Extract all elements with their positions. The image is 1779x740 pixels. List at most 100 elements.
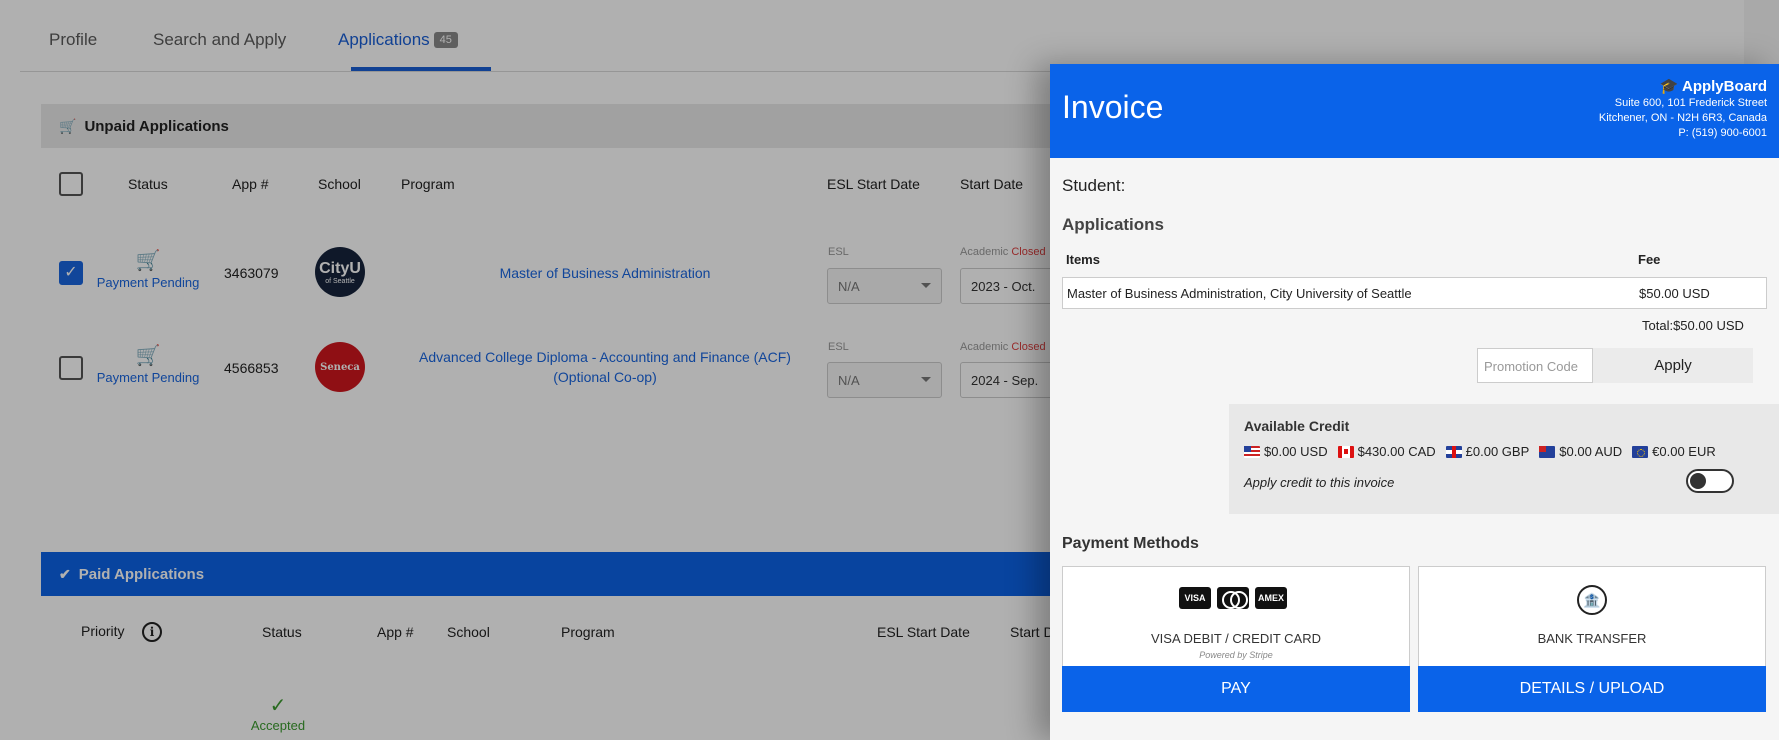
start-date-select[interactable]: 2023 - Oct. [960, 268, 1060, 304]
credit-eur: €0.00 EUR [1632, 444, 1716, 459]
academic-text: Academic [960, 341, 1009, 353]
col-app-number: App # [232, 176, 269, 192]
logo-text: CityU [319, 259, 361, 277]
academic-label: Academic Closed [960, 246, 1046, 258]
logo-subtext: of Seattle [325, 277, 355, 285]
status-payment-pending[interactable]: 🛒 Payment Pending [73, 248, 223, 290]
col-esl-start-date: ESL Start Date [877, 624, 970, 640]
esl-select-value: N/A [838, 373, 860, 388]
program-link[interactable]: Advanced College Diploma - Accounting an… [405, 347, 805, 387]
app-number: 4566853 [224, 360, 279, 376]
visa-icon: VISA [1179, 587, 1211, 609]
tab-applications[interactable]: Applications 45 [338, 30, 458, 50]
esl-select-value: N/A [838, 279, 860, 294]
brand-phone: P: (519) 900-6001 [1678, 127, 1767, 139]
powered-by-stripe: Powered by Stripe [1199, 650, 1273, 660]
invoice-item: Master of Business Administration, City … [1067, 286, 1412, 301]
col-start-date: Start Date [960, 176, 1024, 192]
credit-cad: $430.00 CAD [1337, 444, 1436, 459]
col-status: Status [128, 176, 168, 192]
invoice-fee: $50.00 USD [1639, 286, 1710, 301]
credit-usd: $0.00 USD [1244, 444, 1328, 459]
tab-search-and-apply[interactable]: Search and Apply [153, 30, 286, 50]
check-icon: ✔ [59, 565, 71, 582]
items-header: Items [1066, 252, 1100, 267]
fee-header: Fee [1638, 252, 1661, 267]
col-program: Program [401, 176, 455, 192]
credit-aud-value: $0.00 AUD [1559, 444, 1623, 459]
brand-block: 🎓 ApplyBoard Suite 600, 101 Frederick St… [1599, 78, 1767, 141]
status-payment-pending[interactable]: 🛒 Payment Pending [73, 343, 223, 385]
chevron-down-icon [921, 377, 931, 382]
promotion-code-input[interactable]: Promotion Code [1477, 348, 1593, 383]
col-school: School [447, 624, 490, 640]
col-start-date: Start D [1010, 624, 1054, 640]
available-credit-box: Available Credit $0.00 USD $430.00 CAD £… [1229, 404, 1779, 514]
start-date-select[interactable]: 2024 - Sep. [960, 362, 1060, 398]
col-program: Program [561, 624, 615, 640]
pay-button[interactable]: PAY [1062, 666, 1410, 712]
app-number: 3463079 [224, 265, 279, 281]
bank-transfer-label: BANK TRANSFER [1537, 631, 1647, 646]
col-esl-start-date: ESL Start Date [827, 176, 920, 192]
academic-text: Academic [960, 246, 1009, 258]
credit-aud: $0.00 AUD [1539, 444, 1622, 459]
credit-gbp-value: £0.00 GBP [1465, 444, 1530, 459]
status-text: Payment Pending [96, 370, 200, 385]
col-school: School [318, 176, 361, 192]
credit-eur-value: €0.00 EUR [1652, 444, 1716, 459]
paid-title: Paid Applications [78, 565, 205, 583]
graduation-cap-icon: 🎓 [1659, 78, 1679, 95]
brand-address-line1: Suite 600, 101 Frederick Street [1614, 97, 1767, 109]
invoice-total: Total:$50.00 USD [1642, 318, 1744, 333]
apply-credit-label: Apply credit to this invoice [1244, 475, 1395, 490]
info-icon[interactable]: i [142, 622, 162, 642]
closed-text: Closed [1011, 341, 1046, 353]
school-logo-seneca: Seneca [315, 342, 365, 392]
uk-flag-icon [1445, 445, 1462, 458]
invoice-item-row: Master of Business Administration, City … [1062, 277, 1767, 309]
bank-icon: 🏦 [1577, 585, 1607, 615]
tab-bar: Profile Search and Apply Applications 45 [20, 0, 1740, 72]
esl-select[interactable]: N/A [827, 362, 942, 398]
applications-count-badge: 45 [433, 32, 458, 48]
bank-transfer-option[interactable]: 🏦 BANK TRANSFER [1418, 566, 1766, 666]
invoice-header: Invoice 🎓 ApplyBoard Suite 600, 101 Fred… [1050, 64, 1779, 158]
apply-credit-toggle[interactable] [1686, 469, 1734, 493]
col-priority: Priority [81, 623, 125, 639]
cart-icon: 🛒 [59, 117, 77, 134]
credit-cad-value: $430.00 CAD [1357, 444, 1436, 459]
esl-label: ESL [828, 246, 849, 258]
card-payment-option[interactable]: VISA AMEX VISA DEBIT / CREDIT CARD Power… [1062, 566, 1410, 666]
tab-profile[interactable]: Profile [49, 30, 97, 50]
applications-title: Applications [1062, 215, 1165, 234]
invoice-title: Invoice [1062, 89, 1164, 125]
program-link[interactable]: Master of Business Administration [405, 263, 805, 283]
select-all-checkbox[interactable] [59, 172, 83, 196]
mastercard-icon [1217, 587, 1249, 609]
credit-usd-value: $0.00 USD [1264, 444, 1328, 459]
esl-label: ESL [828, 341, 849, 353]
toggle-knob [1690, 473, 1706, 489]
credit-list: $0.00 USD $430.00 CAD £0.00 GBP $0.00 AU… [1244, 444, 1716, 459]
closed-text: Closed [1011, 246, 1046, 258]
cart-icon: 🛒 [135, 345, 161, 367]
us-flag-icon [1244, 445, 1260, 458]
col-app-number: App # [377, 624, 414, 640]
brand-address-line2: Kitchener, ON - N2H 6R3, Canada [1598, 112, 1767, 124]
unpaid-title: Unpaid Applications [84, 117, 229, 135]
apply-promo-button[interactable]: Apply [1593, 348, 1753, 383]
status-text: Payment Pending [96, 275, 200, 290]
student-label: Student: [1062, 176, 1126, 195]
card-logos: VISA AMEX [1179, 587, 1287, 609]
esl-select[interactable]: N/A [827, 268, 942, 304]
active-tab-indicator [351, 67, 491, 71]
school-logo-cityu: CityU of Seattle [315, 247, 365, 297]
logo-text: Seneca [320, 361, 360, 373]
canada-flag-icon [1337, 445, 1354, 458]
details-upload-button[interactable]: DETAILS / UPLOAD [1418, 666, 1766, 712]
eu-flag-icon [1632, 445, 1649, 458]
cart-icon: 🛒 [135, 250, 161, 272]
chevron-down-icon [921, 283, 931, 288]
payment-methods-title: Payment Methods [1062, 535, 1199, 552]
